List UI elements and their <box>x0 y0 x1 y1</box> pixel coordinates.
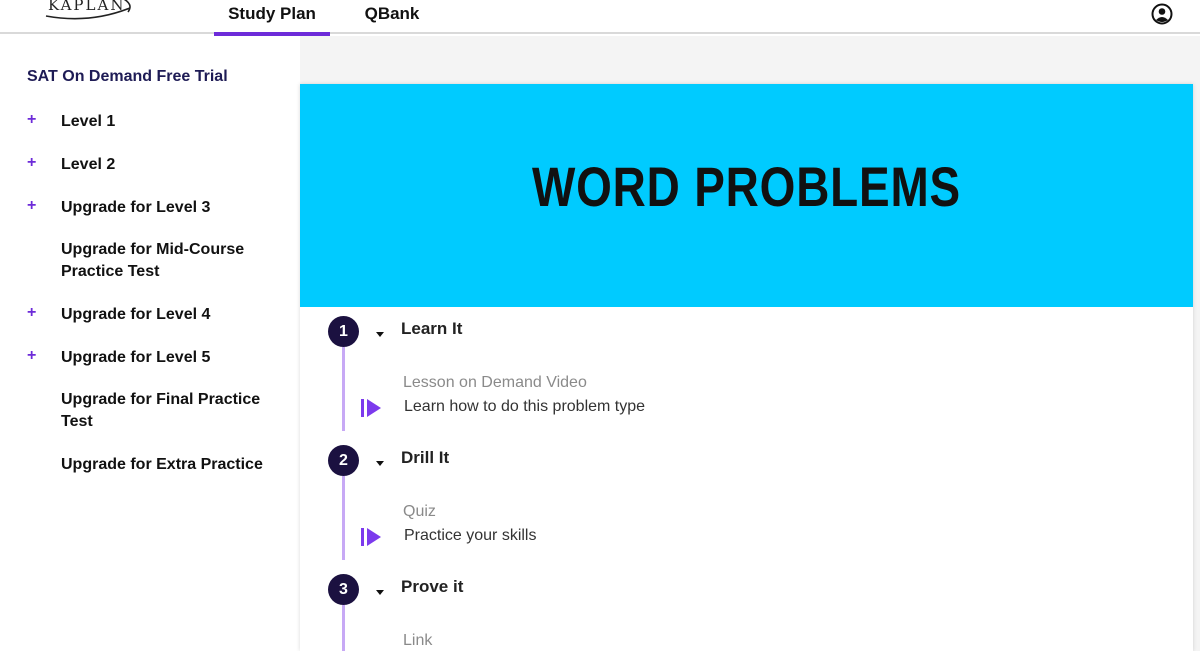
caret-down-icon[interactable] <box>375 588 385 598</box>
logo-text: KAPLAN <box>48 0 126 14</box>
step-number-badge: 2 <box>328 445 359 476</box>
timeline-connector <box>342 347 345 431</box>
item-type-label: Link <box>403 632 433 649</box>
plus-icon[interactable]: + <box>27 154 36 172</box>
item-type-label: Lesson on Demand Video <box>403 374 587 391</box>
sidebar-item-label: Upgrade for Level 5 <box>61 349 211 366</box>
tab-qbank[interactable]: QBank <box>356 4 428 34</box>
caret-down-icon[interactable] <box>375 459 385 469</box>
caret-down-icon[interactable] <box>375 330 385 340</box>
step-title-learn-it[interactable]: Learn It <box>401 319 462 339</box>
sidebar-item-label: Upgrade for Final Practice Test <box>61 391 261 430</box>
step-title-drill-it[interactable]: Drill It <box>401 448 449 468</box>
step-title-prove-it[interactable]: Prove it <box>401 577 463 597</box>
sidebar-item-label: Level 2 <box>61 156 116 173</box>
lesson-hero-banner: WORD PROBLEMS <box>300 84 1193 307</box>
plus-icon[interactable]: + <box>27 304 36 322</box>
plus-icon[interactable]: + <box>27 197 36 215</box>
timeline-connector <box>342 605 345 651</box>
item-type-label: Quiz <box>403 503 436 520</box>
plus-icon[interactable]: + <box>27 111 36 129</box>
course-sidebar: SAT On Demand Free Trial + Level 1 + Lev… <box>0 36 300 651</box>
step-number-badge: 3 <box>328 574 359 605</box>
course-title[interactable]: SAT On Demand Free Trial <box>27 68 228 86</box>
timeline-connector <box>342 476 345 560</box>
top-navigation-bar: KAPLAN Study Plan QBank <box>0 0 1200 36</box>
sidebar-item-label: Level 1 <box>61 113 116 130</box>
tab-study-plan[interactable]: Study Plan <box>214 4 330 36</box>
sidebar-item-label: Upgrade for Extra Practice <box>61 456 263 473</box>
quiz-link[interactable]: Practice your skills <box>404 527 536 545</box>
lesson-panel: WORD PROBLEMS 1 Learn It Lesson on Deman… <box>300 84 1193 651</box>
lesson-video-link[interactable]: Learn how to do this problem type <box>404 398 645 416</box>
sidebar-item-label: Upgrade for Mid-Course Practice Test <box>61 241 245 280</box>
plus-icon[interactable]: + <box>27 347 36 365</box>
user-account-icon[interactable] <box>1151 3 1173 25</box>
kaplan-logo[interactable]: KAPLAN <box>44 0 134 24</box>
play-icon[interactable] <box>360 527 382 547</box>
lesson-title: WORD PROBLEMS <box>531 155 962 218</box>
play-icon[interactable] <box>360 398 382 418</box>
sidebar-item-label: Upgrade for Level 3 <box>61 199 211 216</box>
step-number-badge: 1 <box>328 316 359 347</box>
sidebar-item-label: Upgrade for Level 4 <box>61 306 211 323</box>
